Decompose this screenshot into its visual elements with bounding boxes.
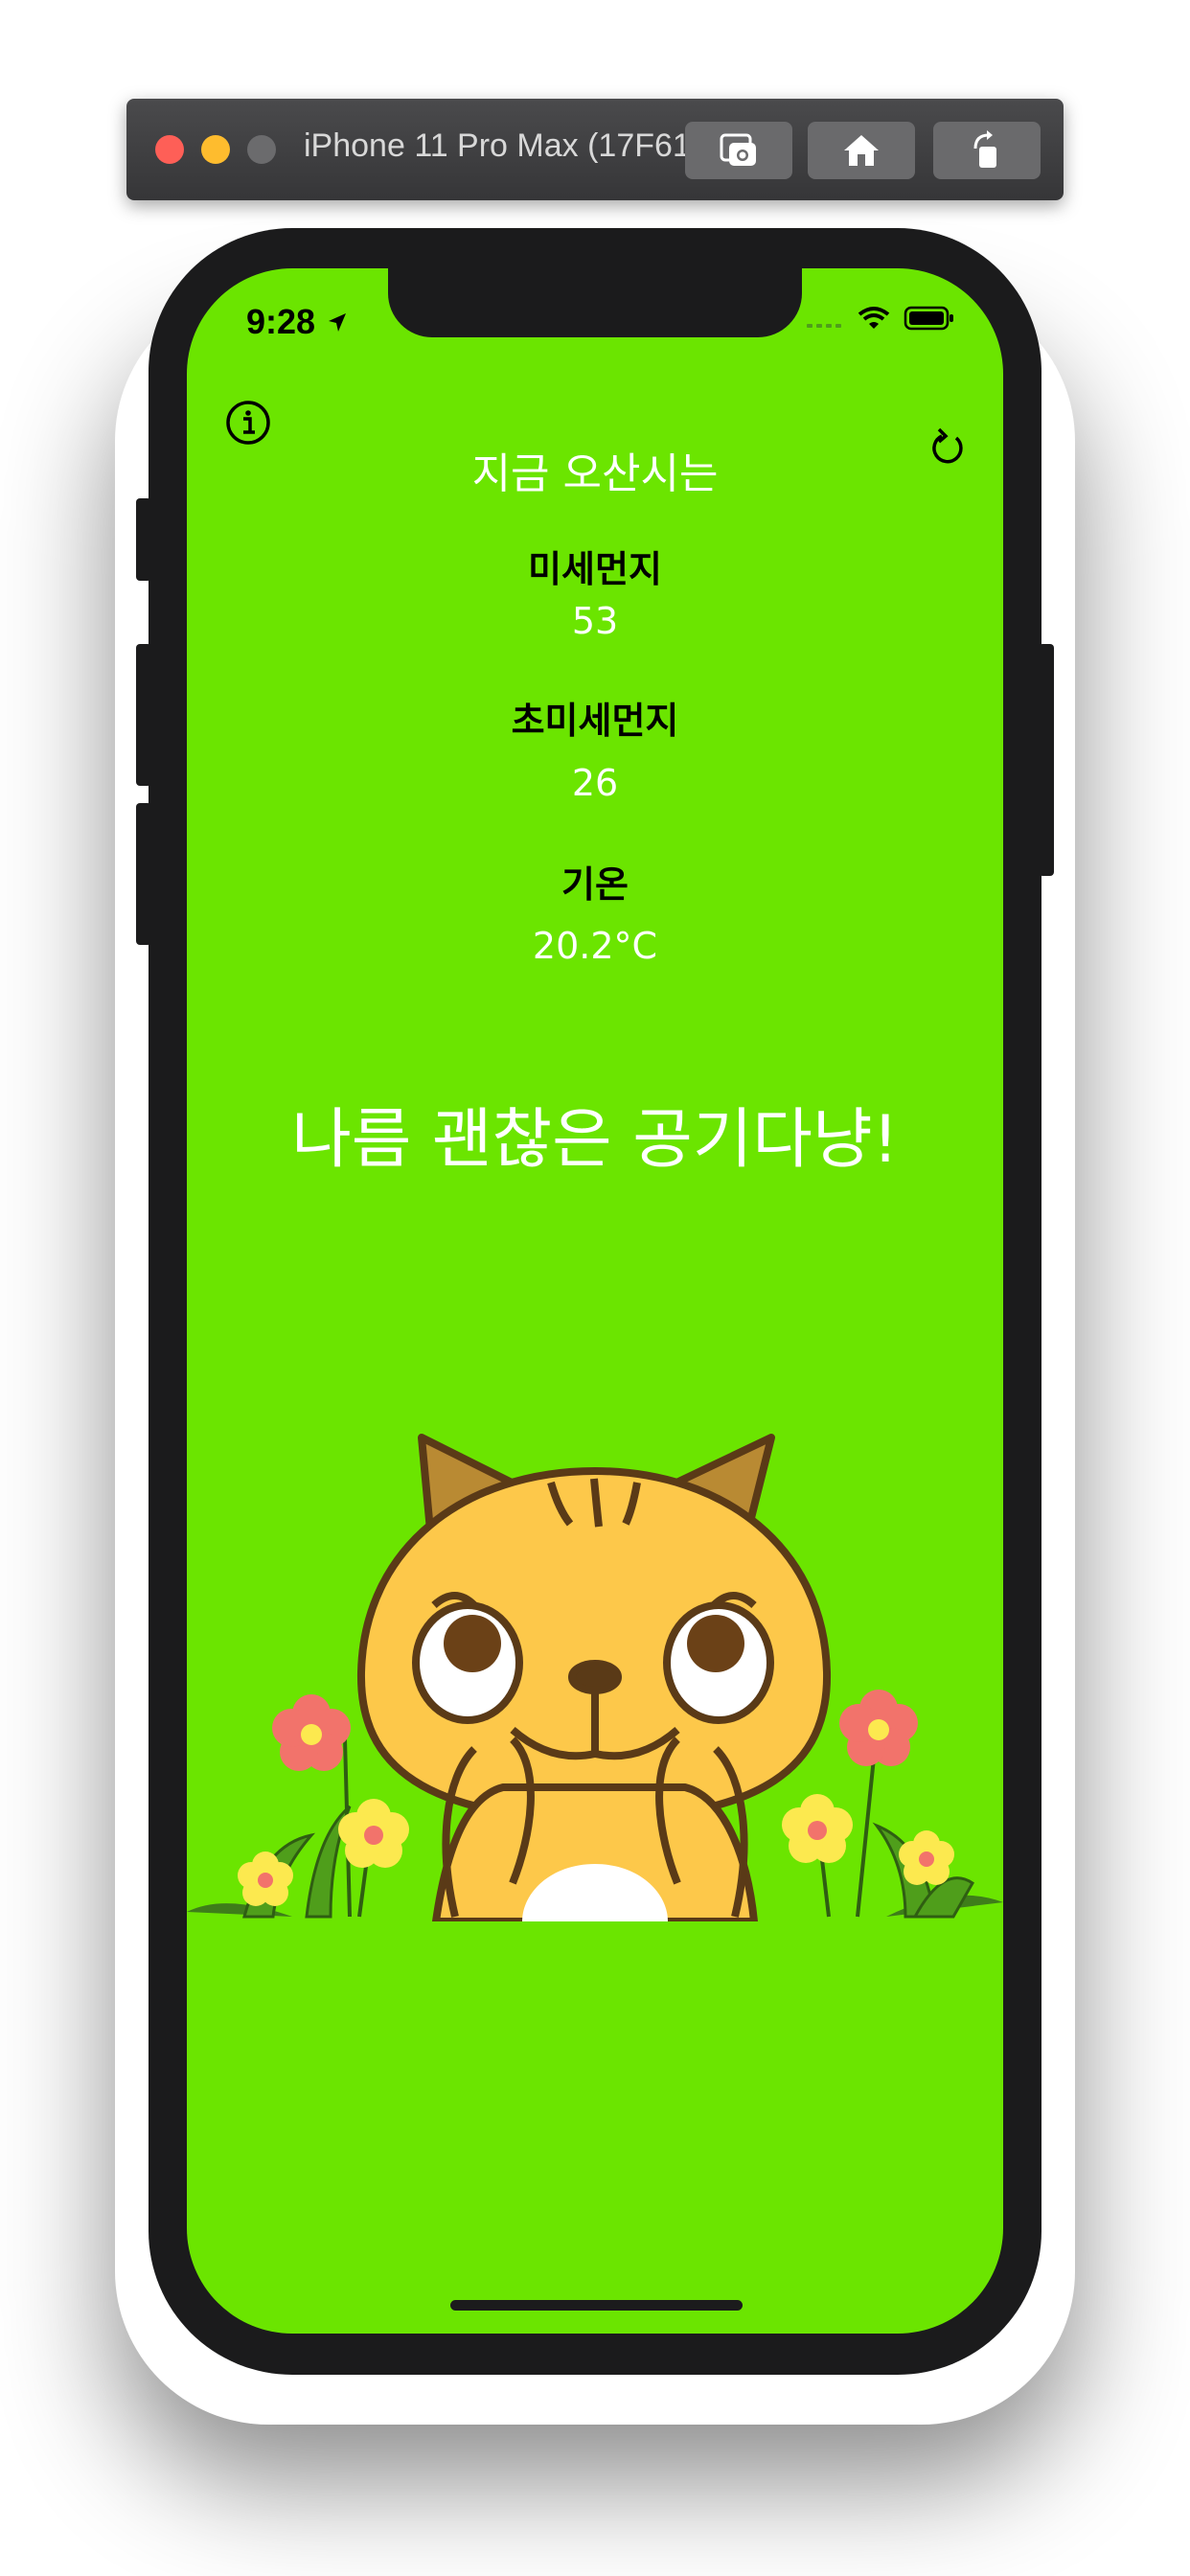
simulator-titlebar: iPhone 11 Pro Max (17F61) <box>126 99 1064 200</box>
close-window-button[interactable] <box>155 135 184 164</box>
temperature-value: 20.2°C <box>532 925 658 967</box>
status-icons <box>806 305 955 332</box>
screenshot-icon <box>720 133 756 166</box>
rotate-icon <box>973 130 996 168</box>
wifi-icon <box>858 307 890 329</box>
notch <box>388 268 802 337</box>
pm10-value: 53 <box>571 600 619 642</box>
rotate-button[interactable] <box>933 122 1041 179</box>
app-screen: 9:28 지금 오산시는 미세먼지 53 초미세먼지 26 기온 20.2°C … <box>187 268 1003 2334</box>
cat-character <box>356 1434 832 1921</box>
cat-illustration <box>187 1434 1003 1921</box>
pm25-value: 26 <box>571 762 619 804</box>
screenshot-button[interactable] <box>685 122 792 179</box>
status-time: 9:28 <box>246 302 350 342</box>
simulator-title: iPhone 11 Pro Max (17F61) <box>304 127 702 164</box>
minimize-window-button[interactable] <box>201 135 230 164</box>
location-title: 지금 오산시는 <box>471 449 719 498</box>
home-button[interactable] <box>808 122 915 179</box>
cellular-signal-icon <box>807 324 841 328</box>
zoom-window-button[interactable] <box>247 135 276 164</box>
location-arrow-icon <box>329 313 347 332</box>
battery-icon <box>904 306 953 331</box>
home-icon <box>844 135 879 166</box>
pm10-label: 미세먼지 <box>528 548 662 590</box>
temperature-label: 기온 <box>561 863 629 906</box>
pm25-label: 초미세먼지 <box>511 700 679 742</box>
air-quality-message: 나름 괜찮은 공기다냥! <box>291 1102 899 1178</box>
home-indicator <box>450 2300 743 2311</box>
